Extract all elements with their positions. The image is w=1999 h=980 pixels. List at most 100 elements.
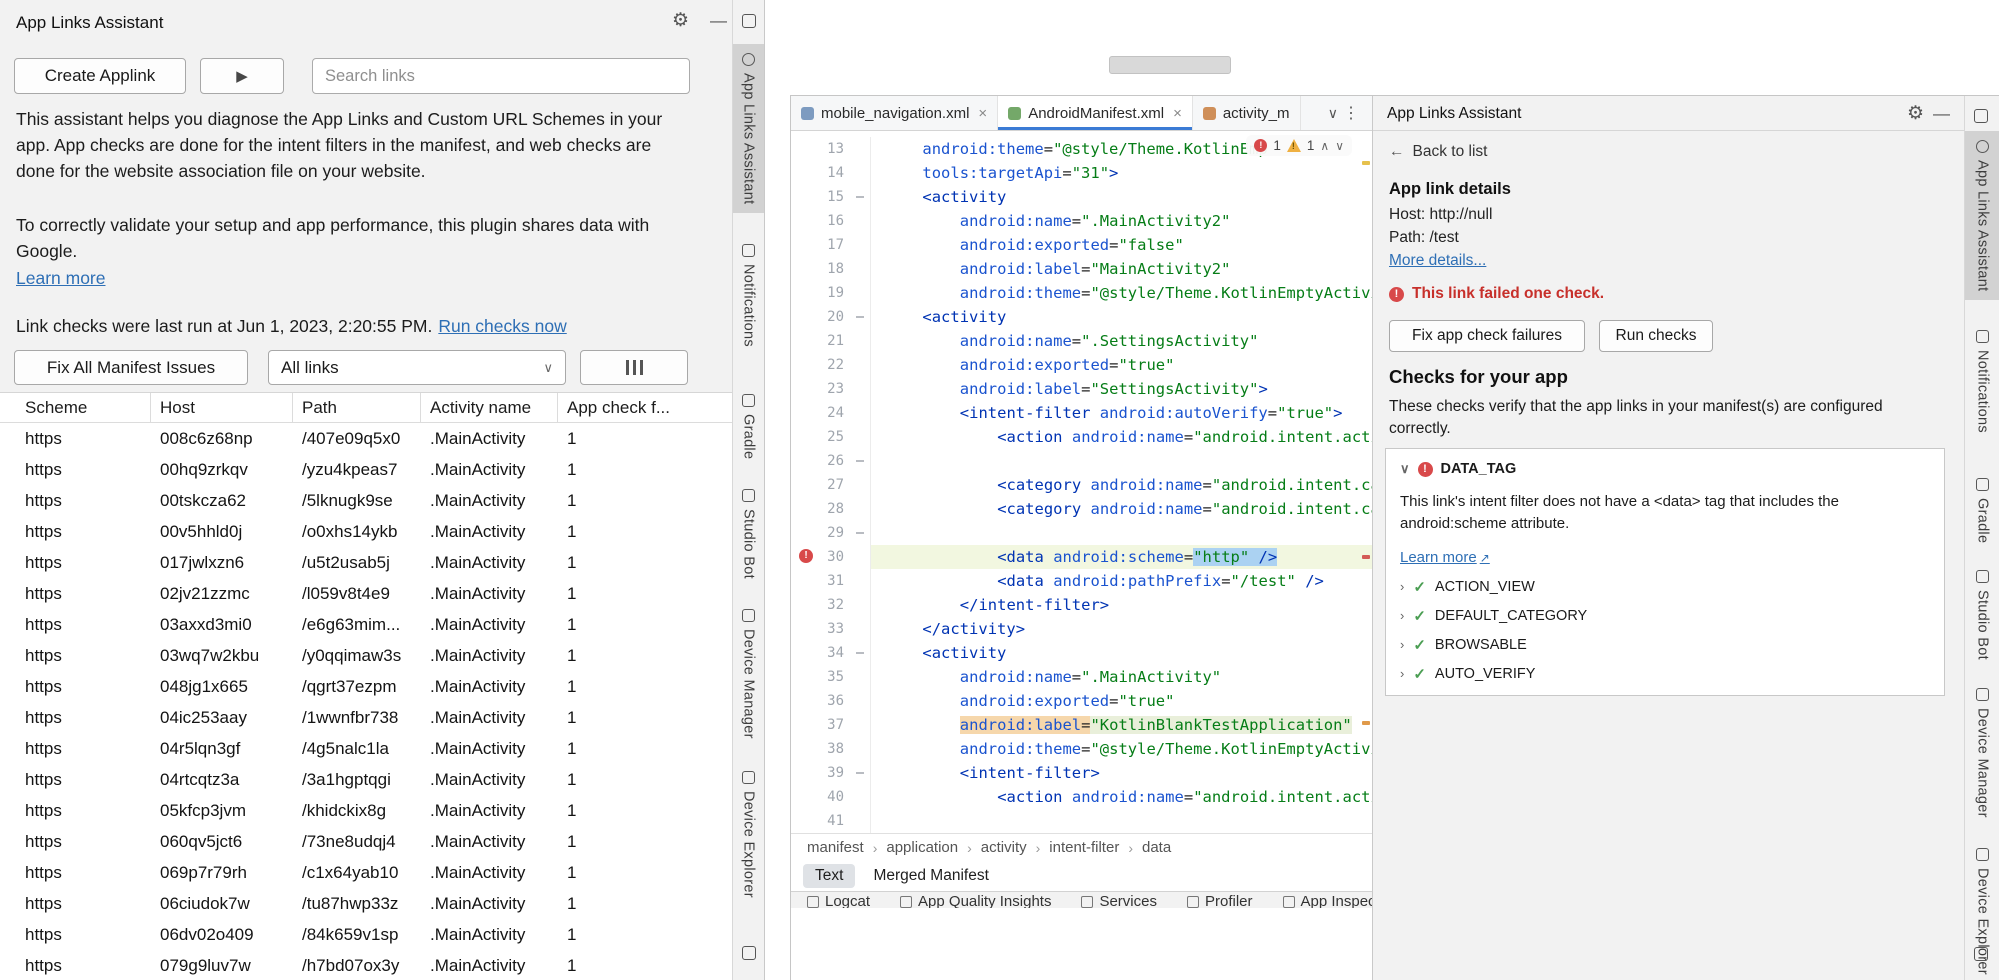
more-details-link[interactable]: More details... <box>1389 252 1486 270</box>
fold-marker[interactable] <box>856 460 864 462</box>
breadcrumb-item[interactable]: data <box>1142 839 1171 856</box>
tab-text[interactable]: Text <box>803 864 855 888</box>
column-header[interactable]: Host <box>160 398 302 418</box>
breadcrumb-item[interactable]: intent-filter <box>1049 839 1119 856</box>
table-row[interactable]: https06ciudok7w/tu87hwp33z.MainActivity1 <box>0 888 733 919</box>
table-row[interactable]: https06dv02o409/84k659v1sp.MainActivity1 <box>0 919 733 950</box>
bottom-bar-item[interactable]: Services <box>1081 895 1157 908</box>
table-row[interactable]: https04ic253aay/1wwnfbr738.MainActivity1 <box>0 702 733 733</box>
tool-strip-app-links-assistant[interactable]: App Links Assistant <box>1965 131 1999 300</box>
gutter: 28 <box>791 497 871 521</box>
data-tag-learn-more-link[interactable]: Learn more↗ <box>1400 549 1490 566</box>
back-to-list-link[interactable]: ← Back to list <box>1389 143 1487 161</box>
studio-bot-icon <box>742 489 755 502</box>
run-checks-button[interactable]: Run checks <box>1599 320 1713 352</box>
minimize-icon[interactable]: — <box>710 12 727 29</box>
tool-window-icon[interactable] <box>742 946 756 960</box>
editor-tab-3[interactable]: activity_m <box>1193 96 1301 130</box>
table-row[interactable]: https00v5hhld0j/o0xhs14ykb.MainActivity1 <box>0 516 733 547</box>
check-row-auto_verify[interactable]: ›✓AUTO_VERIFY <box>1400 665 1930 683</box>
tabs-more-icon[interactable]: ⋮ <box>1343 103 1359 123</box>
column-settings-button[interactable] <box>580 350 688 385</box>
tool-strip-label: Gradle <box>741 414 757 459</box>
tool-strip-app-links-assistant[interactable]: App Links Assistant <box>733 44 764 213</box>
tool-strip-gradle[interactable]: Gradle <box>1965 469 1999 552</box>
tool-strip-gradle[interactable]: Gradle <box>733 385 764 468</box>
check-row-browsable[interactable]: ›✓BROWSABLE <box>1400 636 1930 654</box>
table-row[interactable]: https017jwlxzn6/u5t2usab5j.MainActivity1 <box>0 547 733 578</box>
tool-window-icon[interactable] <box>1974 109 1988 123</box>
table-row[interactable]: https060qv5jct6/73ne8udqj4.MainActivity1 <box>0 826 733 857</box>
search-links-input[interactable] <box>312 58 690 94</box>
code-text: tools:targetApi="31"> <box>871 161 1372 185</box>
tabs-chevron-down-icon[interactable]: ∨ <box>1328 105 1338 122</box>
tool-strip-device-manager[interactable]: Device Manager <box>733 600 764 748</box>
breadcrumb-item[interactable]: manifest <box>807 839 864 856</box>
table-row[interactable]: https04rtcqtz3a/3a1hgptqgi.MainActivity1 <box>0 764 733 795</box>
table-row[interactable]: https04r5lqn3gf/4g5nalc1la.MainActivity1 <box>0 733 733 764</box>
run-button[interactable]: ▶ <box>200 58 284 94</box>
tool-strip-studio-bot[interactable]: Studio Bot <box>733 480 764 588</box>
fold-marker[interactable] <box>856 772 864 774</box>
table-row[interactable]: https00hq9zrkqv/yzu4kpeas7.MainActivity1 <box>0 454 733 485</box>
bottom-bar-item[interactable]: Logcat <box>807 895 870 908</box>
close-icon[interactable]: × <box>978 105 987 122</box>
fold-marker[interactable] <box>856 532 864 534</box>
check-row-data-tag[interactable]: ∨ ! DATA_TAG <box>1400 461 1930 477</box>
fold-marker[interactable] <box>856 196 864 198</box>
bottom-bar-item[interactable]: Profiler <box>1187 895 1253 908</box>
links-filter-dropdown[interactable]: All links ∨ <box>268 350 566 385</box>
column-header[interactable]: App check f... <box>567 398 733 418</box>
fix-all-manifest-issues-button[interactable]: Fix All Manifest Issues <box>14 350 248 385</box>
create-applink-button[interactable]: Create Applink <box>14 58 186 94</box>
prev-issue-icon[interactable]: ∧ <box>1320 139 1329 153</box>
breadcrumb-item[interactable]: activity <box>981 839 1027 856</box>
table-row[interactable]: https05kfcp3jvm/khidckix8g.MainActivity1 <box>0 795 733 826</box>
warning-stripe-mark[interactable] <box>1362 721 1370 725</box>
error-stripe-mark[interactable] <box>1362 555 1370 559</box>
fold-marker[interactable] <box>856 316 864 318</box>
column-header[interactable]: Scheme <box>25 398 160 418</box>
minimize-icon[interactable]: — <box>1933 105 1950 122</box>
column-header[interactable]: Path <box>302 398 430 418</box>
fold-marker[interactable] <box>856 652 864 654</box>
run-checks-now-link[interactable]: Run checks now <box>438 316 566 336</box>
gear-icon[interactable]: ⚙ <box>1907 104 1924 123</box>
tool-strip-notifications[interactable]: Notifications <box>733 235 764 356</box>
tool-strip-notifications[interactable]: Notifications <box>1965 321 1999 442</box>
learn-more-link[interactable]: Learn more <box>16 268 106 289</box>
table-row[interactable]: https03axxd3mi0/e6g63mim....MainActivity… <box>0 609 733 640</box>
table-row[interactable]: https008c6z68np/407e09q5x0.MainActivity1 <box>0 423 733 454</box>
table-row[interactable]: https069p7r79rh/c1x64yab10.MainActivity1 <box>0 857 733 888</box>
inspections-widget[interactable]: ! 1 ! 1 ∧ ∨ <box>1246 135 1352 156</box>
error-stripe[interactable] <box>1360 131 1372 833</box>
code-text: android:name=".SettingsActivity" <box>871 329 1372 353</box>
editor-tab-1[interactable]: mobile_navigation.xml× <box>791 96 998 130</box>
table-row[interactable]: https02jv21zzmc/l059v8t4e9.MainActivity1 <box>0 578 733 609</box>
gutter: 16 <box>791 209 871 233</box>
fix-app-check-failures-button[interactable]: Fix app check failures <box>1389 320 1585 352</box>
tool-window-icon[interactable] <box>1974 947 1988 961</box>
editor-tab-2[interactable]: AndroidManifest.xml× <box>998 96 1193 130</box>
table-row[interactable]: https00tskcza62/5lknugk9se.MainActivity1 <box>0 485 733 516</box>
check-row-action_view[interactable]: ›✓ACTION_VIEW <box>1400 578 1930 596</box>
bottom-bar-item[interactable]: App Quality Insights <box>900 895 1051 908</box>
warning-stripe-mark[interactable] <box>1362 161 1370 165</box>
tool-strip-device-manager[interactable]: Device Manager <box>1965 679 1999 827</box>
check-row-default_category[interactable]: ›✓DEFAULT_CATEGORY <box>1400 607 1930 625</box>
tab-merged-manifest[interactable]: Merged Manifest <box>861 864 1000 888</box>
table-row[interactable]: https03wq7w2kbu/y0qqimaw3s.MainActivity1 <box>0 640 733 671</box>
breadcrumb-item[interactable]: application <box>886 839 958 856</box>
next-issue-icon[interactable]: ∨ <box>1335 139 1344 153</box>
table-row[interactable]: https048jg1x665/qgrt37ezpm.MainActivity1 <box>0 671 733 702</box>
tool-window-icon[interactable] <box>742 14 756 28</box>
gear-icon[interactable]: ⚙ <box>672 11 689 30</box>
code-editor[interactable]: 13android:theme="@style/Theme.KotlinEmp1… <box>791 131 1372 833</box>
column-header[interactable]: Activity name <box>430 398 567 418</box>
close-icon[interactable]: × <box>1173 105 1182 122</box>
table-row[interactable]: https079g9luv7w/h7bd07ox3y.MainActivity1 <box>0 950 733 980</box>
table-cell: https <box>25 491 160 511</box>
tool-strip-studio-bot[interactable]: Studio Bot <box>1965 561 1999 669</box>
bottom-bar-item[interactable]: App Inspection <box>1283 895 1373 908</box>
tool-strip-device-explorer[interactable]: Device Explorer <box>733 762 764 907</box>
